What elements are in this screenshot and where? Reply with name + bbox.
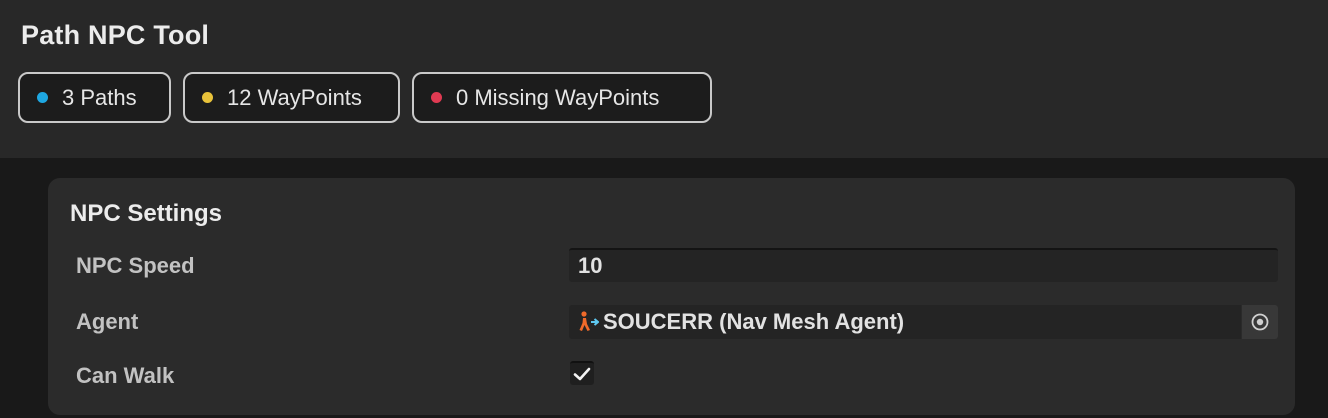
path-npc-tool-window: Path NPC Tool 3 Paths 12 WayPoints 0 Mis… xyxy=(0,0,1328,418)
npc-speed-input[interactable]: 10 xyxy=(569,248,1278,282)
paths-count-label: 3 Paths xyxy=(62,84,137,110)
waypoints-status-dot-icon xyxy=(202,92,213,103)
missing-waypoints-count-label: 0 Missing WayPoints xyxy=(456,84,660,110)
paths-count-badge[interactable]: 3 Paths xyxy=(18,72,171,123)
paths-status-dot-icon xyxy=(37,92,48,103)
waypoints-count-badge[interactable]: 12 WayPoints xyxy=(183,72,400,123)
agent-label: Agent xyxy=(76,309,139,334)
can-walk-label: Can Walk xyxy=(76,363,175,388)
waypoints-count-label: 12 WayPoints xyxy=(227,84,362,110)
agent-value: SOUCERR (Nav Mesh Agent) xyxy=(603,309,905,334)
checkmark-icon xyxy=(573,367,591,381)
object-picker-icon xyxy=(1251,313,1269,331)
can-walk-checkbox[interactable] xyxy=(570,361,594,385)
agent-object-field[interactable]: SOUCERR (Nav Mesh Agent) xyxy=(569,305,1278,339)
missing-waypoints-status-dot-icon xyxy=(431,92,442,103)
tool-header: Path NPC Tool 3 Paths 12 WayPoints 0 Mis… xyxy=(0,0,1328,158)
npc-speed-value: 10 xyxy=(578,253,603,278)
object-picker-button[interactable] xyxy=(1241,305,1278,339)
tool-title: Path NPC Tool xyxy=(21,20,210,50)
missing-waypoints-count-badge[interactable]: 0 Missing WayPoints xyxy=(412,72,712,123)
npc-settings-title: NPC Settings xyxy=(70,200,223,227)
npc-speed-label: NPC Speed xyxy=(76,253,195,278)
npc-settings-panel: NPC Settings NPC Speed 10 Agent SOUCERR … xyxy=(48,178,1295,415)
nav-mesh-agent-icon xyxy=(579,311,599,331)
